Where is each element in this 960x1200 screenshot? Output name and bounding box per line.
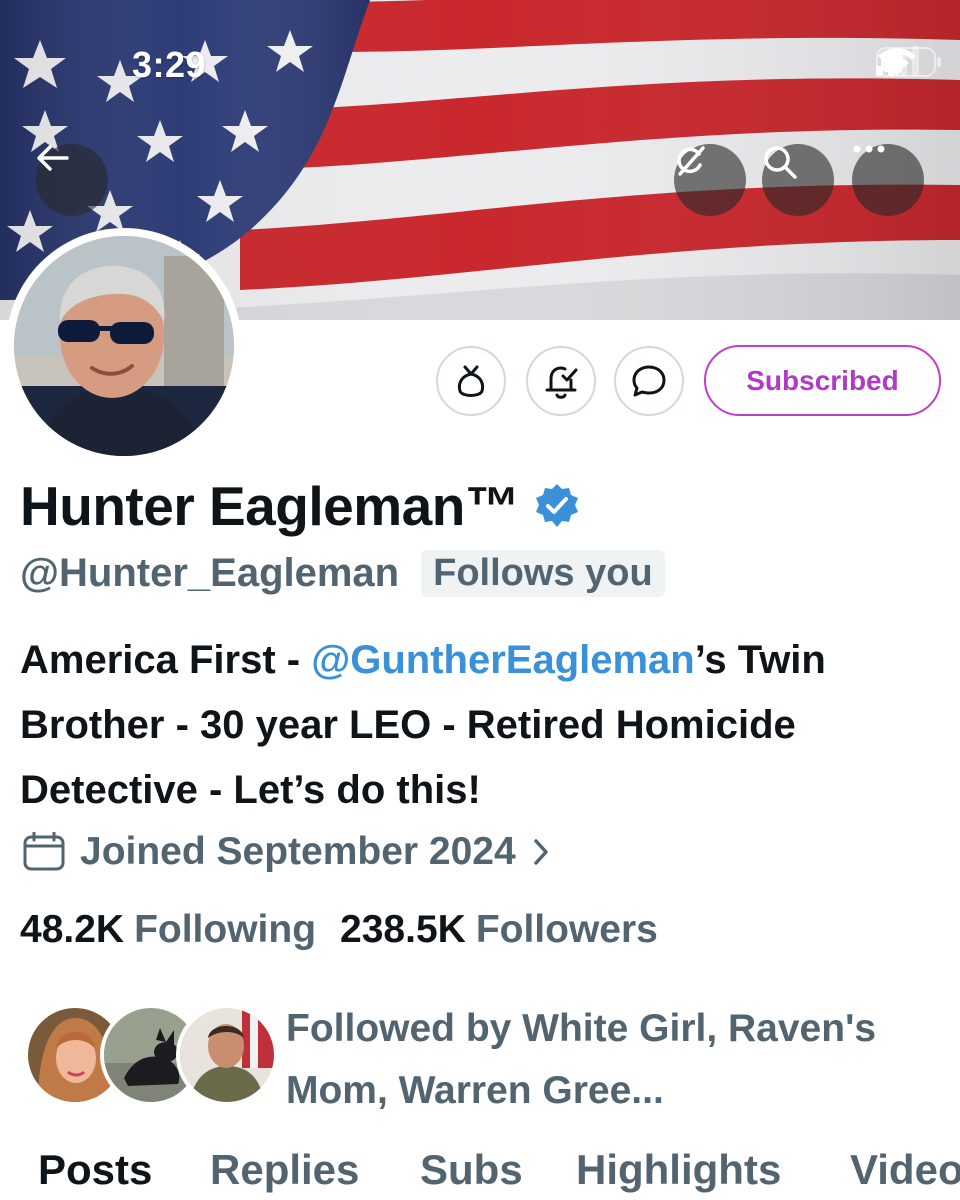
back-button[interactable] <box>36 144 108 216</box>
search-button[interactable] <box>762 144 834 216</box>
tab-videos[interactable]: Videos <box>850 1146 960 1194</box>
user-handle: @Hunter_Eagleman <box>20 551 400 595</box>
following-label: Following <box>134 908 317 951</box>
tab-replies[interactable]: Replies <box>210 1146 359 1194</box>
profile-bio: America First - @GuntherEagleman’s Twin … <box>20 628 920 823</box>
more-options-button[interactable] <box>852 144 924 216</box>
avatar-photo <box>14 236 234 456</box>
joined-date-text: Joined September 2024 <box>80 830 516 873</box>
more-horizontal-icon <box>853 145 885 153</box>
bell-check-icon <box>545 366 578 399</box>
followers-count: 238.5K <box>340 908 466 951</box>
arrow-left-icon <box>37 145 69 171</box>
grok-button[interactable] <box>674 144 746 216</box>
gift-button[interactable] <box>436 346 506 416</box>
follow-stats: 48.2K Following 238.5K Followers <box>20 908 658 952</box>
chevron-right-icon <box>533 839 548 865</box>
search-icon <box>764 146 797 179</box>
gift-icon <box>457 365 485 397</box>
message-button[interactable] <box>614 346 684 416</box>
bio-text-start: America First - <box>20 638 312 682</box>
grok-icon <box>677 146 705 176</box>
follows-you-badge: Follows you <box>421 550 665 597</box>
bio-mention-link[interactable]: @GuntherEagleman <box>311 638 695 682</box>
display-name-row: Hunter Eagleman™ <box>20 474 581 538</box>
followers-label: Followers <box>475 908 658 951</box>
joined-date-row[interactable]: Joined September 2024 <box>22 830 552 874</box>
verified-badge-icon[interactable] <box>533 482 581 530</box>
battery-icon <box>876 47 941 77</box>
tab-subs[interactable]: Subs <box>420 1146 523 1194</box>
subscribed-button[interactable]: Subscribed <box>704 345 941 416</box>
calendar-icon <box>23 832 65 871</box>
profile-avatar[interactable] <box>6 228 242 464</box>
following-stat[interactable]: 48.2K Following <box>20 908 316 952</box>
following-count: 48.2K <box>20 908 125 951</box>
handle-row: @Hunter_Eagleman Follows you <box>20 550 665 597</box>
follower-avatar <box>176 1004 278 1106</box>
message-bubble-icon <box>632 365 666 397</box>
notifications-button[interactable] <box>526 346 596 416</box>
tab-posts[interactable]: Posts <box>38 1146 152 1194</box>
followed-by-avatars <box>24 1004 278 1106</box>
display-name: Hunter Eagleman™ <box>20 475 520 537</box>
followed-by-text: Followed by White Girl, Raven's Mom, War… <box>286 1007 877 1112</box>
tab-highlights[interactable]: Highlights <box>576 1146 781 1194</box>
followers-stat[interactable]: 238.5K Followers <box>340 908 658 952</box>
profile-tabs: Posts Replies Subs Highlights Videos <box>0 1146 960 1200</box>
status-bar-time: 3:29 <box>132 44 207 85</box>
